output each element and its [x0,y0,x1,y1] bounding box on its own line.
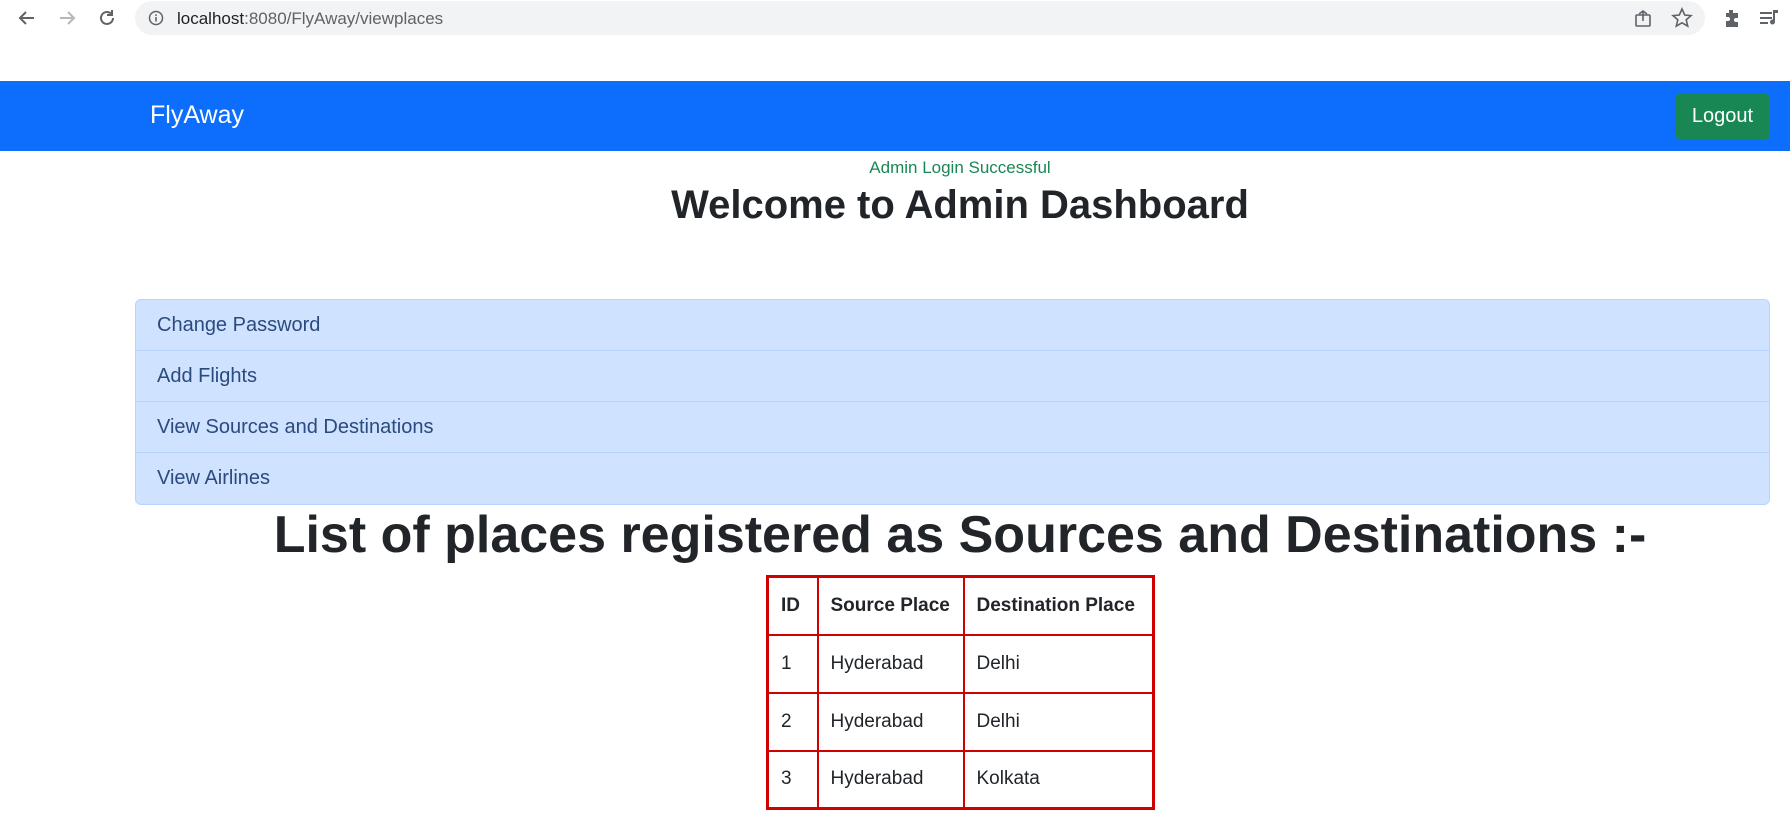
cell-destination: Delhi [962,633,1155,694]
reload-button[interactable] [94,5,120,31]
menu-item-view-airlines[interactable]: View Airlines [136,453,1769,504]
reload-icon [100,10,114,25]
places-list-title: List of places registered as Sources and… [273,506,1647,564]
menu-item-view-sources-destinations[interactable]: View Sources and Destinations [136,402,1769,453]
bookmark-star-icon[interactable] [1671,7,1693,29]
admin-menu: Change Password Add Flights View Sources… [135,299,1770,505]
arrow-left-icon [18,11,34,25]
table-row: 2 Hyderabad Delhi [766,691,1155,752]
url-host: localhost [177,9,245,28]
logout-button[interactable]: Logout [1675,93,1770,140]
url-text: localhost:8080/FlyAway/viewplaces [177,9,443,29]
cell-source: Hyderabad [816,691,965,752]
cell-source: Hyderabad [816,633,965,694]
column-header-destination: Destination Place [962,575,1155,636]
login-success-message: Admin Login Successful [869,158,1051,177]
address-bar[interactable]: localhost:8080/FlyAway/viewplaces [135,1,1705,35]
cell-destination: Delhi [962,691,1155,752]
table-header-row: ID Source Place Destination Place [766,575,1155,636]
menu-item-add-flights[interactable]: Add Flights [136,351,1769,402]
menu-item-change-password[interactable]: Change Password [136,300,1769,351]
cell-id: 1 [766,633,819,694]
column-header-id: ID [766,575,819,636]
places-table: ID Source Place Destination Place 1 Hyde… [766,575,1155,810]
arrow-right-icon [60,11,76,25]
media-control-icon[interactable] [1757,6,1781,30]
site-info-icon[interactable] [147,9,165,27]
extensions-icon[interactable] [1720,6,1744,30]
brand-link[interactable]: FlyAway [150,101,244,130]
forward-button[interactable] [54,5,80,31]
cell-source: Hyderabad [816,749,965,810]
table-row: 1 Hyderabad Delhi [766,633,1155,694]
page-title: Welcome to Admin Dashboard [671,183,1249,227]
table-row: 3 Hyderabad Kolkata [766,749,1155,810]
cell-destination: Kolkata [962,749,1155,810]
url-path: :8080/FlyAway/viewplaces [244,9,444,28]
cell-id: 3 [766,749,819,810]
browser-toolbar: localhost:8080/FlyAway/viewplaces [0,0,1790,36]
share-icon[interactable] [1633,9,1653,29]
column-header-source: Source Place [816,575,965,636]
back-button[interactable] [14,5,40,31]
cell-id: 2 [766,691,819,752]
navbar: FlyAway Logout [0,81,1790,151]
